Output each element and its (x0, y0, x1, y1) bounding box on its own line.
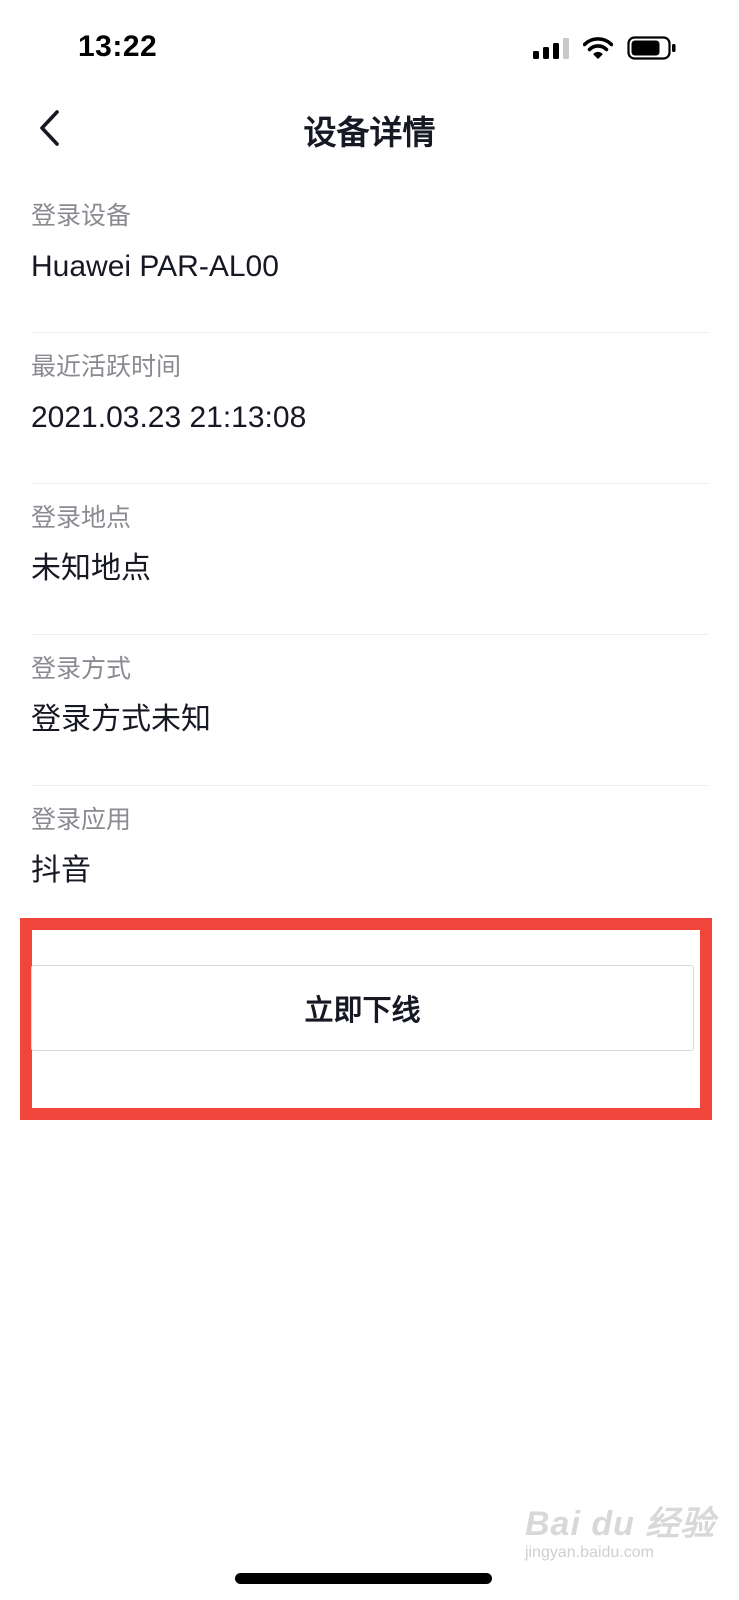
battery-icon (627, 36, 676, 60)
detail-value: Huawei PAR-AL00 (31, 250, 279, 283)
detail-label: 登录设备 (31, 202, 132, 230)
status-bar: 13:22 (0, 0, 739, 96)
status-time: 13:22 (78, 30, 158, 63)
watermark-text: Bai du 经验 (525, 1505, 716, 1543)
detail-value: 2021.03.23 21:13:08 (31, 401, 307, 434)
detail-label: 登录地点 (31, 504, 132, 532)
detail-label: 登录应用 (31, 806, 132, 834)
detail-label: 登录方式 (31, 655, 132, 683)
baidu-jingyan-watermark: Bai du 经验 jingyan.baidu.com (525, 1492, 714, 1564)
detail-row-last-active-time: 最近活跃时间 2021.03.23 21:13:08 (31, 333, 708, 484)
detail-row-login-app: 登录应用 抖音 (31, 786, 708, 937)
detail-value: 抖音 (31, 854, 91, 887)
detail-row-login-location: 登录地点 未知地点 (31, 484, 708, 635)
nav-bar: 设备详情 (0, 96, 739, 162)
page-title: 设备详情 (303, 114, 436, 151)
detail-row-login-method: 登录方式 登录方式未知 (31, 635, 708, 786)
status-icons (533, 34, 677, 62)
detail-value: 未知地点 (31, 552, 151, 585)
detail-row-login-device: 登录设备 Huawei PAR-AL00 (31, 182, 708, 333)
home-indicator (235, 1573, 492, 1584)
watermark-subtext: jingyan.baidu.com (525, 1544, 654, 1561)
cellular-signal-icon (533, 37, 569, 59)
detail-label: 最近活跃时间 (31, 353, 182, 381)
detail-value: 登录方式未知 (31, 703, 211, 736)
device-details-list: 登录设备 Huawei PAR-AL00 最近活跃时间 2021.03.23 2… (31, 182, 708, 937)
wifi-icon (583, 37, 613, 59)
offline-now-button[interactable]: 立即下线 (31, 965, 694, 1051)
